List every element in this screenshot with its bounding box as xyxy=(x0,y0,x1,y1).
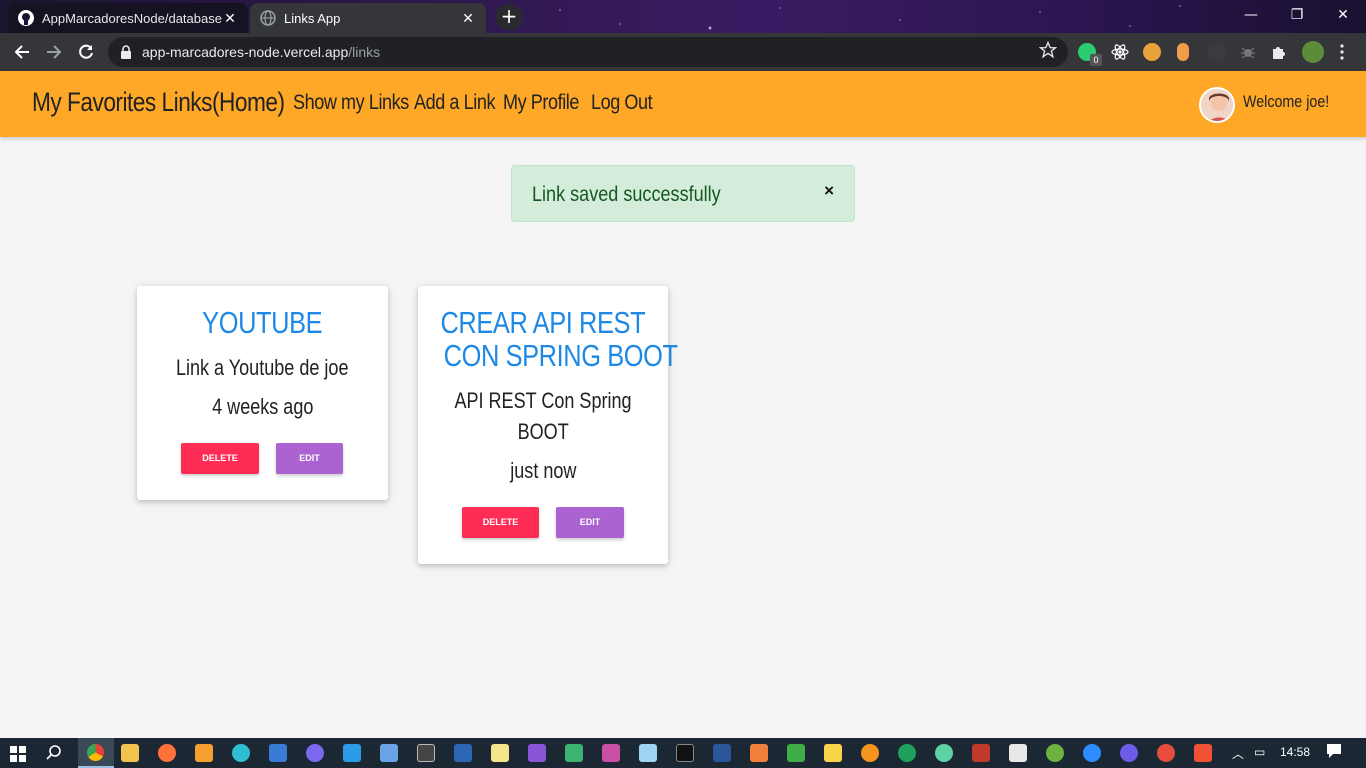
browser-tab-github[interactable]: AppMarcadoresNode/database.js ✕ xyxy=(8,3,248,33)
word-icon[interactable] xyxy=(713,744,731,762)
notifications-icon[interactable] xyxy=(1326,743,1342,762)
card-date: 4 weeks ago xyxy=(211,394,314,419)
browser-tab-strip: AppMarcadoresNode/database.js ✕ Links Ap… xyxy=(0,0,1366,33)
card-title-line: con Spring Boot xyxy=(443,338,678,373)
card-description: API REST Con Spring BOOT xyxy=(418,385,668,447)
notepad-icon[interactable] xyxy=(491,744,509,762)
windows-start-icon[interactable] xyxy=(10,746,26,766)
app-icon[interactable] xyxy=(861,744,879,762)
network-icon[interactable]: ▭ xyxy=(1254,745,1265,759)
app-icon[interactable] xyxy=(306,744,324,762)
clock-time[interactable]: 14:58 xyxy=(1280,745,1310,759)
close-icon[interactable]: × xyxy=(824,181,834,201)
card-description-line: BOOT xyxy=(517,419,569,444)
welcome-text: Welcome joe! xyxy=(1243,92,1330,111)
nav-links: Show my Links Add a Link My Profile Log … xyxy=(293,91,653,115)
zoom-icon[interactable] xyxy=(1083,744,1101,762)
powershell-icon[interactable] xyxy=(454,744,472,762)
nav-add-link[interactable]: Add a Link xyxy=(414,91,495,115)
search-icon[interactable] xyxy=(46,745,62,765)
taskbar-chrome-active[interactable] xyxy=(78,738,114,768)
card-description: Link a Youtube de joe xyxy=(176,355,349,380)
edit-button[interactable]: Edit xyxy=(556,507,624,538)
app-icon[interactable] xyxy=(602,744,620,762)
close-icon[interactable]: ✕ xyxy=(222,10,238,27)
reload-icon[interactable] xyxy=(74,40,98,64)
app-icon[interactable] xyxy=(1120,744,1138,762)
alert-message: Link saved successfully xyxy=(532,183,721,206)
windows-taskbar: ︿ ▭ 14:58 xyxy=(0,738,1366,768)
brand-home-link[interactable]: My Favorites Links(Home) xyxy=(32,87,285,118)
tray-chevron-icon[interactable]: ︿ xyxy=(1232,745,1244,762)
edit-button[interactable]: Edit xyxy=(276,443,343,474)
file-explorer-icon[interactable] xyxy=(121,744,139,762)
back-arrow-icon[interactable] xyxy=(10,40,34,64)
app-icon[interactable] xyxy=(565,744,583,762)
lock-icon xyxy=(120,45,132,59)
edge-icon[interactable] xyxy=(232,744,250,762)
bookmark-star-icon[interactable] xyxy=(1038,40,1058,60)
react-devtools-icon[interactable] xyxy=(1111,43,1129,61)
window-close-icon[interactable]: ✕ xyxy=(1320,0,1366,30)
card-title-link[interactable]: Youtube xyxy=(202,306,322,339)
app-icon[interactable] xyxy=(898,744,916,762)
minimize-icon[interactable]: — xyxy=(1228,0,1274,30)
xampp-icon[interactable] xyxy=(750,744,768,762)
globe-icon xyxy=(260,10,276,26)
extension-capsule-icon[interactable] xyxy=(1177,43,1189,61)
nav-show-links[interactable]: Show my Links xyxy=(293,91,409,115)
git-icon[interactable] xyxy=(1194,744,1212,762)
card-title-link[interactable]: Crear API REST con Spring Boot xyxy=(418,305,678,372)
python-icon[interactable] xyxy=(824,744,842,762)
new-tab-button[interactable]: + xyxy=(495,4,523,30)
card-title-line: Crear API REST xyxy=(440,305,646,340)
github-icon xyxy=(18,10,34,26)
close-icon[interactable]: ✕ xyxy=(460,10,476,27)
url-path: /links xyxy=(348,44,381,60)
app-icon[interactable] xyxy=(935,744,953,762)
profile-avatar-icon[interactable] xyxy=(1302,41,1324,63)
card-description-line: API REST Con Spring xyxy=(454,388,632,413)
link-card: Crear API REST con Spring Boot API REST … xyxy=(418,286,678,564)
visual-studio-icon[interactable] xyxy=(528,744,546,762)
extensions-puzzle-icon[interactable] xyxy=(1270,43,1288,61)
app-icon[interactable] xyxy=(787,744,805,762)
extension-glasses-icon[interactable] xyxy=(1143,43,1161,61)
spring-icon[interactable] xyxy=(1046,744,1064,762)
filezilla-icon[interactable] xyxy=(972,744,990,762)
menu-dots-icon[interactable] xyxy=(1340,43,1344,61)
extension-bug-icon[interactable] xyxy=(1239,43,1257,61)
cmd-icon[interactable] xyxy=(417,744,435,762)
intellij-icon[interactable] xyxy=(676,744,694,762)
link-card: Youtube Link a Youtube de joe 4 weeks ag… xyxy=(137,286,388,500)
tab-title: Links App xyxy=(284,10,341,26)
app-icon[interactable] xyxy=(639,744,657,762)
app-icon[interactable] xyxy=(380,744,398,762)
user-avatar xyxy=(1199,87,1235,123)
restore-icon[interactable]: ❐ xyxy=(1274,0,1320,30)
forward-arrow-icon[interactable] xyxy=(42,40,66,64)
nav-my-profile[interactable]: My Profile xyxy=(503,91,579,115)
app-navbar: My Favorites Links(Home) Show my Links A… xyxy=(0,71,1366,137)
delete-button[interactable]: Delete xyxy=(181,443,259,474)
app-icon[interactable] xyxy=(1157,744,1175,762)
card-date: just now xyxy=(509,458,577,483)
nav-log-out[interactable]: Log Out xyxy=(591,91,653,115)
browser-toolbar: app-marcadores-node.vercel.app/links 0 xyxy=(0,33,1366,71)
app-icon[interactable] xyxy=(1009,744,1027,762)
extension-dark-icon[interactable] xyxy=(1208,43,1226,61)
extension-badge: 0 xyxy=(1090,54,1102,66)
app-icon[interactable] xyxy=(269,744,287,762)
address-bar[interactable]: app-marcadores-node.vercel.app/links xyxy=(108,37,1068,67)
success-alert: Link saved successfully × xyxy=(511,165,855,222)
url-host: app-marcadores-node.vercel.app xyxy=(142,44,349,60)
delete-button[interactable]: Delete xyxy=(462,507,539,538)
sublime-icon[interactable] xyxy=(195,744,213,762)
vscode-icon[interactable] xyxy=(343,744,361,762)
tab-title: AppMarcadoresNode/database.js xyxy=(42,10,222,26)
firefox-icon[interactable] xyxy=(158,744,176,762)
browser-tab-links-app[interactable]: Links App ✕ xyxy=(250,3,486,33)
chrome-icon xyxy=(87,744,104,761)
